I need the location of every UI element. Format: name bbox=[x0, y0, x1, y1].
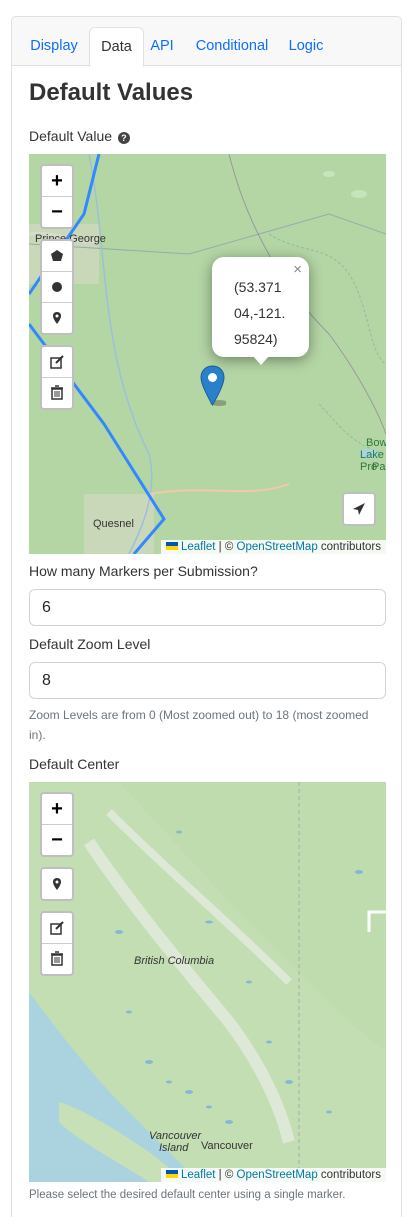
zoom-control: + − bbox=[40, 164, 74, 229]
tab-logic[interactable]: Logic bbox=[282, 27, 330, 65]
zoom-control: + − bbox=[40, 792, 74, 857]
zoom-out-button[interactable]: − bbox=[42, 197, 72, 227]
attribution-separator: | © bbox=[215, 1169, 237, 1181]
question-circle-icon[interactable]: ? bbox=[117, 132, 130, 144]
place-label-bowron: Bowr bbox=[366, 437, 386, 449]
section-title: Default Values bbox=[29, 79, 194, 106]
map-tiles bbox=[29, 782, 386, 1182]
tab-api[interactable]: API bbox=[145, 27, 179, 65]
markers-per-submission-label: How many Markers per Submission? bbox=[29, 563, 258, 579]
locate-icon bbox=[353, 503, 365, 515]
edit-layers-button[interactable] bbox=[42, 347, 72, 378]
zoom-level-label: Default Zoom Level bbox=[29, 636, 151, 652]
map-attribution: Leaflet | © OpenStreetMap contributors bbox=[160, 1168, 386, 1182]
tab-bar: Display Data API Conditional Logic bbox=[12, 17, 401, 67]
markers-per-submission-input[interactable] bbox=[29, 589, 386, 626]
place-label-vancouver: Vancouver bbox=[201, 1140, 253, 1152]
place-label-vancouver-island-2: Island bbox=[159, 1142, 189, 1154]
edit-toolbar bbox=[40, 911, 74, 976]
ukraine-flag-icon bbox=[165, 1170, 178, 1178]
default-center-map[interactable]: British Columbia Vancouver Island Vancou… bbox=[29, 782, 386, 1182]
edit-layers-button[interactable] bbox=[42, 913, 72, 944]
tab-data[interactable]: Data bbox=[89, 27, 144, 67]
draw-polygon-button[interactable] bbox=[42, 241, 72, 272]
map-attribution: Leaflet | © OpenStreetMap contributors bbox=[160, 540, 386, 554]
default-center-hint: Please select the desired default center… bbox=[29, 1189, 346, 1201]
zoom-in-button[interactable]: + bbox=[42, 166, 72, 197]
attribution-separator: | © bbox=[215, 541, 237, 553]
osm-link[interactable]: OpenStreetMap bbox=[237, 541, 318, 553]
marker-popup: × (53.37104,-121.95824) bbox=[212, 257, 309, 365]
leaflet-link[interactable]: Leaflet bbox=[181, 1169, 216, 1181]
place-label-british-columbia: British Columbia bbox=[134, 955, 215, 967]
place-label-quesnel: Quesnel bbox=[93, 518, 134, 530]
osm-link[interactable]: OpenStreetMap bbox=[237, 1169, 318, 1181]
trash-icon bbox=[51, 951, 63, 966]
zoom-in-button[interactable]: + bbox=[42, 794, 72, 825]
delete-layers-button[interactable] bbox=[42, 944, 72, 974]
draw-marker-button[interactable] bbox=[42, 869, 72, 899]
draw-marker-button[interactable] bbox=[42, 303, 72, 333]
edit-icon bbox=[50, 921, 64, 935]
polygon-icon bbox=[51, 250, 63, 261]
draw-toolbar bbox=[40, 239, 74, 335]
edit-toolbar bbox=[40, 345, 74, 410]
marker-icon bbox=[53, 312, 61, 324]
draw-toolbar bbox=[40, 867, 74, 901]
close-icon[interactable]: × bbox=[293, 261, 302, 278]
settings-panel: Display Data API Conditional Logic Defau… bbox=[11, 16, 402, 1217]
tab-display[interactable]: Display bbox=[21, 27, 87, 65]
default-value-label-text: Default Value bbox=[29, 128, 113, 144]
leaflet-link[interactable]: Leaflet bbox=[181, 541, 216, 553]
default-value-map[interactable]: Prince George Quesnel Bowr Lake Pro Par … bbox=[29, 154, 386, 554]
marker-pin-icon[interactable] bbox=[200, 365, 226, 407]
zoom-out-button[interactable]: − bbox=[42, 825, 72, 855]
attribution-contributors: contributors bbox=[317, 1169, 381, 1181]
place-label-vancouver-island-1: Vancouver bbox=[149, 1130, 202, 1142]
ukraine-flag-icon bbox=[165, 542, 178, 550]
attribution-contributors: contributors bbox=[317, 541, 381, 553]
trash-icon bbox=[51, 385, 63, 400]
edit-icon bbox=[50, 355, 64, 369]
marker-icon bbox=[53, 878, 61, 890]
zoom-level-input[interactable] bbox=[29, 662, 386, 699]
locate-button[interactable] bbox=[342, 492, 376, 526]
circle-icon bbox=[52, 282, 62, 292]
zoom-level-hint: Zoom Levels are from 0 (Most zoomed out)… bbox=[29, 708, 369, 742]
default-value-label: Default Value ? bbox=[29, 128, 130, 144]
popup-coordinates: (53.37104,-121.95824) bbox=[234, 279, 286, 347]
delete-layers-button[interactable] bbox=[42, 378, 72, 408]
place-label-park: Par bbox=[372, 461, 386, 473]
map-tiles bbox=[29, 154, 386, 554]
tab-conditional[interactable]: Conditional bbox=[188, 27, 276, 65]
default-center-label: Default Center bbox=[29, 756, 120, 772]
draw-circle-button[interactable] bbox=[42, 272, 72, 303]
